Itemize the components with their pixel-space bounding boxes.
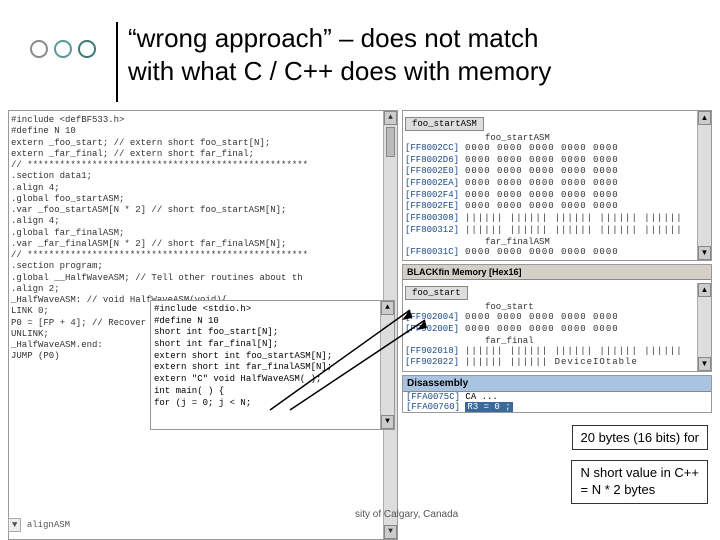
- code-line: .align 4;: [11, 183, 395, 194]
- pane-title: Disassembly: [403, 376, 711, 392]
- scroll-up-icon[interactable]: ▲: [698, 111, 711, 125]
- code-line: .global __HalfWaveASM; // Tell other rou…: [11, 273, 395, 284]
- scroll-down-icon[interactable]: ▼: [384, 525, 397, 539]
- code-line: .global far_finalASM;: [11, 228, 395, 239]
- scrollbar[interactable]: ▲ ▼: [380, 301, 394, 429]
- scrollbar[interactable]: ▲ ▼: [697, 283, 711, 371]
- code-line: .global foo_startASM;: [11, 194, 395, 205]
- code-line: #define N 10: [154, 316, 391, 328]
- memory-tab[interactable]: foo_startASM: [405, 117, 484, 131]
- status-bar: ▼ alignASM: [8, 518, 70, 532]
- scroll-up-icon[interactable]: ▲: [381, 301, 394, 315]
- dot-icon: [78, 40, 96, 58]
- code-line: #include <stdio.h>: [154, 304, 391, 316]
- scrollbar[interactable]: ▲ ▼: [697, 111, 711, 260]
- memory-pane-2: BLACKfin Memory [Hex16] foo_start foo_st…: [402, 264, 712, 372]
- code-line: short int far_final[N];: [154, 339, 391, 351]
- code-line: extern short int far_finalASM[N];: [154, 362, 391, 374]
- memory-label: foo_startASM: [405, 133, 709, 143]
- memory-row: [FF8002E0]0000 0000 0000 0000 0000: [405, 166, 709, 178]
- slide-header: “wrong approach” – does not match with w…: [30, 22, 551, 102]
- memory-label: far_final: [405, 336, 709, 346]
- dot-icon: [30, 40, 48, 58]
- memory-row: [FF8002EA]0000 0000 0000 0000 0000: [405, 178, 709, 190]
- code-line: // *************************************…: [11, 250, 395, 261]
- disassembly-pane: Disassembly [FFA0075C] CA ... [FFA00760]…: [402, 375, 712, 413]
- callout-text: 20 bytes (16 bits) for: [581, 430, 700, 445]
- scroll-thumb[interactable]: [386, 127, 395, 157]
- scroll-up-icon[interactable]: ▲: [698, 283, 711, 297]
- memory-row: [FF800308]|||||| |||||| |||||| |||||| ||…: [405, 213, 709, 225]
- c-source-pane: #include <stdio.h> #define N 10 short in…: [150, 300, 395, 430]
- callout-text: N short value in C++: [580, 465, 699, 482]
- title-line-2: with what C / C++ does with memory: [128, 55, 551, 88]
- scroll-down-icon[interactable]: ▼: [381, 415, 394, 429]
- memory-label: foo_start: [405, 302, 709, 312]
- memory-row: [FF902018]|||||| |||||| |||||| |||||| ||…: [405, 346, 709, 358]
- memory-tab[interactable]: foo_start: [405, 286, 468, 300]
- footer-text: sity of Calgary, Canada: [355, 509, 458, 520]
- slide-title: “wrong approach” – does not match with w…: [128, 22, 551, 87]
- code-line: .section data1;: [11, 171, 395, 182]
- code-line: extern _far_final; // extern short far_f…: [11, 149, 395, 160]
- memory-pane-1: foo_startASM foo_startASM [FF8002CC]0000…: [402, 110, 712, 261]
- memory-row: [FF8002F4]0000 0000 0000 0000 0000: [405, 190, 709, 202]
- memory-label: far_finalASM: [405, 237, 709, 247]
- code-line: for (j = 0; j < N;: [154, 398, 391, 410]
- memory-row: [FF90200E]0000 0000 0000 0000 0000: [405, 324, 709, 336]
- callout-text: = N * 2 bytes: [580, 482, 699, 499]
- status-label: alignASM: [27, 520, 70, 530]
- code-line: #include <defBF533.h>: [11, 115, 395, 126]
- memory-row: [FF902022]|||||| |||||| DeviceIOtable: [405, 357, 709, 369]
- memory-row: [FF8002CC]0000 0000 0000 0000 0000: [405, 143, 709, 155]
- scroll-down-icon[interactable]: ▼: [698, 357, 711, 371]
- code-line: extern short int foo_startASM[N];: [154, 351, 391, 363]
- decorative-dots: [30, 40, 96, 58]
- callout-formula: N short value in C++ = N * 2 bytes: [571, 460, 708, 504]
- code-line: extern "C" void HalfWaveASM( );: [154, 374, 391, 386]
- memory-row: [FF8002FE]0000 0000 0000 0000 0000: [405, 201, 709, 213]
- code-line: .align 2;: [11, 284, 395, 295]
- scroll-down-icon[interactable]: ▼: [698, 246, 711, 260]
- scroll-up-icon[interactable]: ▲: [384, 111, 397, 125]
- code-line: int main( ) {: [154, 386, 391, 398]
- code-line: #define N 10: [11, 126, 395, 137]
- code-line: short int foo_start[N];: [154, 327, 391, 339]
- memory-row: [FF8002D6]0000 0000 0000 0000 0000: [405, 155, 709, 167]
- code-line: .var _foo_startASM[N * 2] // short foo_s…: [11, 205, 395, 216]
- dropdown-icon[interactable]: ▼: [8, 518, 21, 532]
- code-line: .var _far_finalASM[N * 2] // short far_f…: [11, 239, 395, 250]
- dot-icon: [54, 40, 72, 58]
- disasm-row: [FFA0075C] CA ...: [403, 392, 711, 402]
- memory-row: [FF800312]|||||| |||||| |||||| |||||| ||…: [405, 225, 709, 237]
- disasm-row: [FFA00760] R3 = 0 ;: [403, 402, 711, 412]
- memory-row: [FF902004]0000 0000 0000 0000 0000: [405, 312, 709, 324]
- callout-bytes: 20 bytes (16 bits) for: [572, 425, 709, 450]
- code-line: extern _foo_start; // extern short foo_s…: [11, 138, 395, 149]
- code-line: .align 4;: [11, 216, 395, 227]
- pane-title: BLACKfin Memory [Hex16]: [403, 265, 711, 280]
- divider: [116, 22, 118, 102]
- title-line-1: “wrong approach” – does not match: [128, 22, 551, 55]
- memory-row: [FF80031C]0000 0000 0000 0000 0000: [405, 247, 709, 259]
- code-line: // *************************************…: [11, 160, 395, 171]
- code-line: .section program;: [11, 261, 395, 272]
